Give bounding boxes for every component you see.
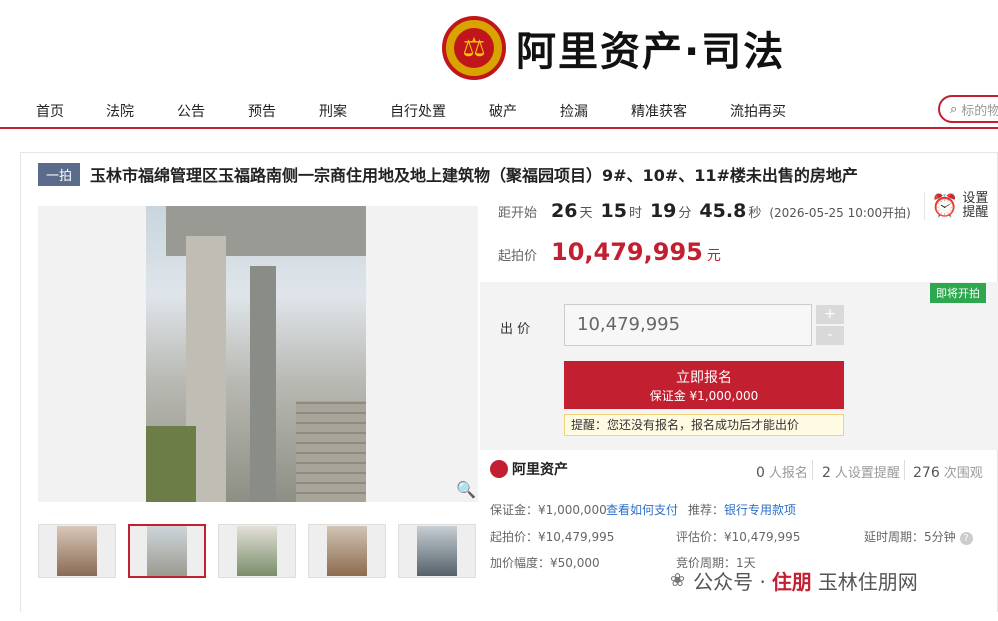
register-tip: 提醒：您还没有报名，报名成功后才能出价 xyxy=(564,414,844,436)
bid-label: 出 价 xyxy=(500,322,531,337)
seconds-unit: 秒 xyxy=(748,206,762,221)
nav-item-court[interactable]: 法院 xyxy=(106,101,134,121)
hours-unit: 时 xyxy=(628,206,642,221)
countdown-hours: 15 xyxy=(600,200,627,222)
signup-label: 人报名 xyxy=(768,466,808,481)
days-unit: 天 xyxy=(579,206,593,221)
nav-item-preview[interactable]: 预告 xyxy=(248,101,276,121)
detail-delay: 延时周期：5分钟? xyxy=(864,528,973,545)
platform-logo: 阿里资产 xyxy=(490,459,568,479)
main-photo[interactable] xyxy=(38,206,478,502)
nav-item-rebuy[interactable]: 流拍再买 xyxy=(730,101,786,121)
nav-item-bargain[interactable]: 捡漏 xyxy=(560,101,588,121)
start-time-note: (2026-05-25 10:00开拍) xyxy=(769,206,911,220)
recommend-label: 推荐： xyxy=(688,503,725,517)
thumbnail-active[interactable] xyxy=(128,524,206,578)
nav-item-precise[interactable]: 精准获客 xyxy=(631,101,687,121)
countdown: 距开始 26 天 15 时 19 分 45.8 秒 (2026-05-25 10:00开… xyxy=(498,200,911,222)
countdown-seconds: 45.8 xyxy=(699,200,747,222)
register-label: 立即报名 xyxy=(676,370,732,386)
thumbnail-strip xyxy=(38,524,476,578)
bid-amount-field[interactable]: 10,479,995 xyxy=(564,304,812,346)
wechat-icon: ❀ xyxy=(670,570,686,591)
platform-name: 阿里资产 xyxy=(512,462,568,478)
how-to-pay-link[interactable]: 查看如何支付 xyxy=(606,501,678,518)
view-label: 次围观 xyxy=(943,466,983,481)
signup-count: 0 人报名 xyxy=(756,462,808,481)
thumbnail[interactable] xyxy=(308,524,386,578)
brand-title: 阿里资产·司法 xyxy=(516,29,786,75)
wechat-watermark: ❀ 公众号 · 住朋 玉林住朋网 xyxy=(670,566,918,595)
court-emblem-icon: ⚖ xyxy=(442,16,506,80)
detail-start-price: 起拍价：¥10,479,995 xyxy=(490,530,615,544)
deposit-text: 保证金：¥1,000,000 xyxy=(490,503,607,517)
nav-item-bankruptcy[interactable]: 破产 xyxy=(489,101,517,121)
start-price: 起拍价 10,479,995 元 xyxy=(498,238,721,266)
nav-item-home[interactable]: 首页 xyxy=(36,101,64,121)
delay-text: 延时周期：5分钟 xyxy=(864,530,956,544)
watermark-text: 公众号 · xyxy=(693,570,766,594)
bank-fund-link[interactable]: 银行专用款项 xyxy=(724,501,796,518)
nav-item-criminal[interactable]: 刑案 xyxy=(319,101,347,121)
detail-appraisal: 评估价：¥10,479,995 xyxy=(676,530,801,544)
nav-item-notice[interactable]: 公告 xyxy=(177,101,205,121)
thumbnail[interactable] xyxy=(218,524,296,578)
minutes-unit: 分 xyxy=(678,206,692,221)
watermark-site: 玉林住朋网 xyxy=(817,570,918,594)
search-placeholder: 标的物 xyxy=(961,103,998,119)
search-icon: ⌕ xyxy=(950,101,958,117)
ali-logo-icon xyxy=(490,460,508,478)
detail-increment: 加价幅度：¥50,000 xyxy=(490,556,600,570)
round-badge: 一拍 xyxy=(38,162,81,186)
nav-item-self-dispose[interactable]: 自行处置 xyxy=(390,101,446,121)
reminder-label: 设置 提醒 xyxy=(962,191,989,220)
reminder-num: 2 xyxy=(822,465,831,481)
main-nav: 首页 法院 公告 预告 刑案 自行处置 破产 捡漏 精准获客 流拍再买 ⌕ 标的… xyxy=(0,95,998,129)
zoom-icon[interactable]: 🔍 xyxy=(456,480,476,499)
brand-logo[interactable]: ⚖ 阿里资产·司法 xyxy=(442,16,785,80)
help-icon[interactable]: ? xyxy=(959,532,973,545)
search-input[interactable]: ⌕ 标的物 xyxy=(938,95,998,123)
site-header: ⚖ 阿里资产·司法 xyxy=(0,0,998,95)
register-button[interactable]: 立即报名 保证金 ¥1,000,000 xyxy=(564,361,844,409)
auction-title: 玉林市福绵管理区玉福路南侧一宗商住用地及地上建筑物（聚福园项目）9#、10#、1… xyxy=(90,166,858,185)
set-reminder-button[interactable]: ⏰ 设置 提醒 xyxy=(924,192,988,220)
increase-bid-button[interactable]: + xyxy=(816,305,844,324)
currency-unit: 元 xyxy=(706,248,721,264)
status-badge: 即将开拍 xyxy=(930,283,986,303)
countdown-minutes: 19 xyxy=(649,200,677,222)
auction-title-row: 一拍 玉林市福绵管理区玉福路南侧一宗商住用地及地上建筑物（聚福园项目）9#、10… xyxy=(38,162,858,186)
alarm-clock-icon: ⏰ xyxy=(931,193,959,219)
building-photo xyxy=(146,206,366,502)
thumbnail[interactable] xyxy=(398,524,476,578)
countdown-label: 距开始 xyxy=(498,206,538,221)
view-num: 276 xyxy=(913,465,940,481)
start-price-label: 起拍价 xyxy=(498,249,538,264)
signup-num: 0 xyxy=(756,465,765,481)
view-count: 276 次围观 xyxy=(913,462,983,481)
thumbnail[interactable] xyxy=(38,524,116,578)
register-deposit: 保证金 ¥1,000,000 xyxy=(649,389,759,403)
start-price-value: 10,479,995 xyxy=(551,238,703,266)
reminder-count: 2 人设置提醒 xyxy=(822,462,900,481)
reminder-count-label: 人设置提醒 xyxy=(834,466,900,481)
countdown-days: 26 xyxy=(551,200,578,222)
decrease-bid-button[interactable]: - xyxy=(816,326,844,345)
watermark-logo: 住朋 xyxy=(771,570,812,594)
